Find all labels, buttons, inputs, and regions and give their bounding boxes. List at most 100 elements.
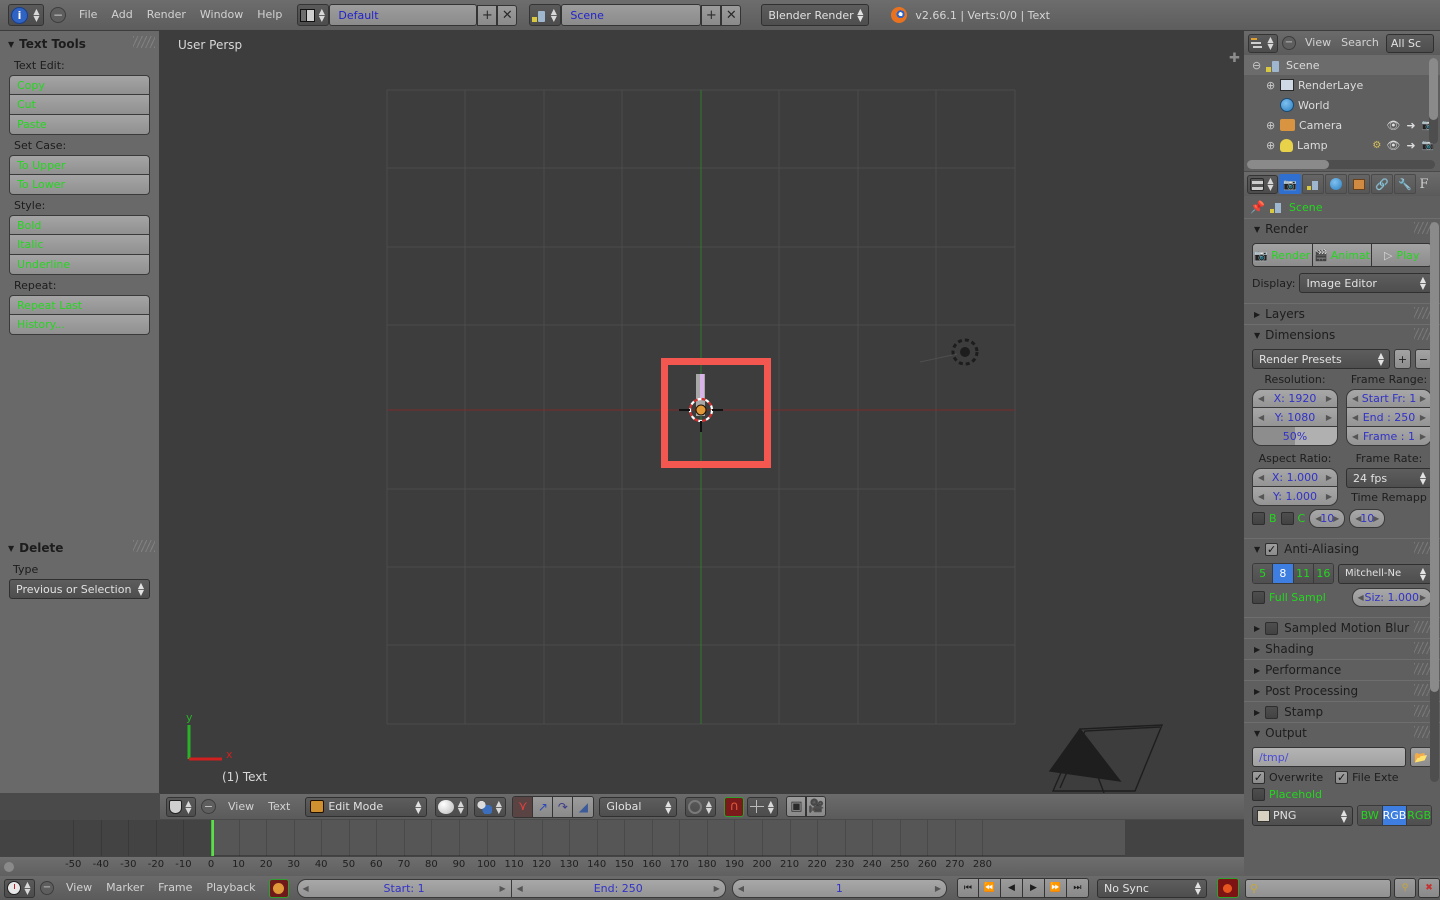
aa-size-field[interactable]: ◀ Siz: 1.000 ▶ [1351,588,1432,607]
decrement-icon[interactable]: ◀ [1352,413,1358,422]
decrement-icon[interactable]: ◀ [517,884,523,893]
panel-header-shading[interactable]: ▶ Shading [1244,638,1440,659]
manipulator-translate-icon[interactable]: ⋎ [513,796,534,817]
viewport-3d[interactable]: y x User Persp (1) Text ✚ [160,31,1244,793]
tab-scene[interactable] [1302,174,1324,194]
increment-icon[interactable]: ▶ [1326,413,1332,422]
aa-sample-11[interactable]: 11 [1293,564,1314,583]
increment-icon[interactable]: ▶ [1326,394,1332,403]
file-format-select[interactable]: PNG ▲ ▼ [1252,805,1353,826]
decrement-icon[interactable]: ◀ [1352,432,1358,441]
screen-layout-selector[interactable]: ▲ ▼ [297,4,330,26]
menu-window[interactable]: Window [193,0,250,30]
timeline-menu-view[interactable]: View [59,877,99,899]
panel-header-output[interactable]: ▼ Output [1244,722,1440,743]
output-path-field[interactable]: /tmp/ [1252,747,1406,767]
decrement-icon[interactable]: ◀ [1358,593,1364,602]
history-button[interactable]: History... [9,315,150,335]
increment-icon[interactable]: ▶ [1333,514,1339,523]
paste-button[interactable]: Paste [9,115,150,135]
italic-button[interactable]: Italic [9,235,150,255]
outliner-row-scene[interactable]: ⊖ Scene [1244,55,1440,75]
frame-end-field[interactable]: ◀ End : 250 ▶ [1346,408,1432,427]
aa-sample-16[interactable]: 16 [1313,564,1333,583]
transform-orientation-select[interactable]: Global ▲ ▼ [599,796,678,817]
file-extensions-checkbox[interactable]: ✓ [1335,771,1349,784]
border-b-checkbox[interactable] [1252,512,1265,525]
render-opengl-icon[interactable]: ▣ [786,796,807,817]
decrement-icon[interactable]: ◀ [1258,394,1264,403]
expander-icon[interactable]: ⊕ [1266,119,1280,132]
increment-icon[interactable]: ▶ [1420,413,1426,422]
repeat-last-button[interactable]: Repeat Last [9,295,150,315]
manipulator-rotate-icon[interactable]: ↗ [533,796,554,817]
play-reverse-icon[interactable]: ◀ [1000,878,1023,898]
outliner-row-world[interactable]: World [1244,95,1440,115]
outliner-row-renderlayer[interactable]: ⊕ RenderLaye [1244,75,1440,95]
properties-vscrollbar[interactable] [1430,222,1439,782]
underline-button[interactable]: Underline [9,255,150,275]
outliner-menu-view[interactable]: View [1300,32,1336,54]
display-mode-select[interactable]: Image Editor ▲ ▼ [1299,273,1432,293]
scene-range-lock-icon[interactable] [268,878,289,898]
collapse-menu-icon[interactable]: − [40,881,54,895]
add-layout-button[interactable]: + [477,4,498,26]
stamp-checkbox[interactable] [1265,705,1279,719]
panel-header-render[interactable]: ▼ Render [1244,218,1440,239]
editor-type-selector-timeline[interactable]: ▲ ▼ [4,878,35,898]
copy-button[interactable]: Copy [9,75,150,95]
delete-type-select[interactable]: Previous or Selection ▲ ▼ [9,579,150,599]
color-mode-rgba[interactable]: RGB [1407,806,1431,825]
timeline-editor[interactable]: -50 -40 -30 -20 -10 0 10 20 30 40 50 60 70 80 90 100 110… [0,820,1244,876]
outliner-display-mode-select[interactable]: All Sc [1385,33,1434,53]
render-engine-select[interactable]: Blender Render ▲ ▼ [761,4,870,26]
antialiasing-checkbox[interactable]: ✓ [1265,542,1279,556]
menu-file[interactable]: File [72,0,104,30]
placeholders-checkbox[interactable] [1252,788,1265,801]
resolution-x-field[interactable]: ◀ X: 1920 ▶ [1252,389,1338,408]
aa-filter-select[interactable]: Mitchell-Ne ▲ ▼ [1338,563,1432,584]
decrement-icon[interactable]: ◀ [1258,492,1264,501]
increment-icon[interactable]: ▶ [1420,432,1426,441]
panel-header-text-tools[interactable]: ▼ Text Tools [0,33,159,55]
proportional-edit-select[interactable]: ▲ ▼ [685,796,717,817]
pivot-point-select[interactable]: ▲ ▼ [474,796,507,817]
delete-keyframe-icon[interactable]: ✖ [1417,878,1440,898]
remap-old-field[interactable]: ◀ 10 ▶ [1309,509,1346,528]
overwrite-checkbox[interactable]: ✓ [1252,771,1265,784]
editor-type-selector-3dview[interactable]: ▲ ▼ [166,796,196,817]
decrement-icon[interactable]: ◀ [1352,394,1358,403]
decrement-icon[interactable]: ◀ [738,884,744,893]
manipulator-scale-icon[interactable]: ↷ [553,796,574,817]
bold-button[interactable]: Bold [9,215,150,235]
insert-keyframe-icon[interactable]: ⚲ [1393,878,1416,898]
panel-header-antialiasing[interactable]: ▼ ✓ Anti-Aliasing [1244,538,1440,559]
render-image-button[interactable]: 📷 Render [1253,244,1313,266]
render-animation-icon[interactable]: 🎥 [806,796,827,817]
add-scene-button[interactable]: + [701,4,722,26]
restrict-select-icon[interactable]: ➜ [1406,139,1415,152]
increment-icon[interactable]: ▶ [1420,394,1426,403]
tab-font[interactable]: F [1417,174,1431,194]
panel-header-delete[interactable]: ▼ Delete [0,537,159,559]
aa-sample-8[interactable]: 8 [1273,564,1294,583]
outliner-tree[interactable]: ⊖ Scene ⊕ RenderLaye World ⊕ Camera 👁 ➜ … [1244,55,1440,171]
remap-new-field[interactable]: ◀ 10 ▶ [1349,509,1386,528]
panel-header-stamp[interactable]: ▶ Stamp [1244,701,1440,722]
restrict-select-icon[interactable]: ➜ [1406,119,1415,132]
viewport-shading-select[interactable]: ▲ ▼ [435,796,469,817]
jump-start-icon[interactable]: ⏮ [956,878,979,898]
aspect-x-field[interactable]: ◀ X: 1.000 ▶ [1252,468,1338,487]
tab-world[interactable] [1325,174,1347,194]
play-render-button[interactable]: ▷ Play [1372,244,1431,266]
scene-name-field[interactable]: Scene [561,4,702,26]
next-keyframe-icon[interactable]: ⏩ [1044,878,1067,898]
resolution-y-field[interactable]: ◀ Y: 1080 ▶ [1252,408,1338,427]
snap-magnet-icon[interactable]: ∩ [724,796,745,817]
collapse-menu-icon[interactable]: − [1282,36,1296,50]
increment-icon[interactable]: ▶ [935,884,941,893]
to-upper-button[interactable]: To Upper [9,155,150,175]
decrement-icon[interactable]: ◀ [1258,413,1264,422]
timeline-scrollbar-handle[interactable] [4,862,14,872]
aspect-y-field[interactable]: ◀ Y: 1.000 ▶ [1252,487,1338,506]
